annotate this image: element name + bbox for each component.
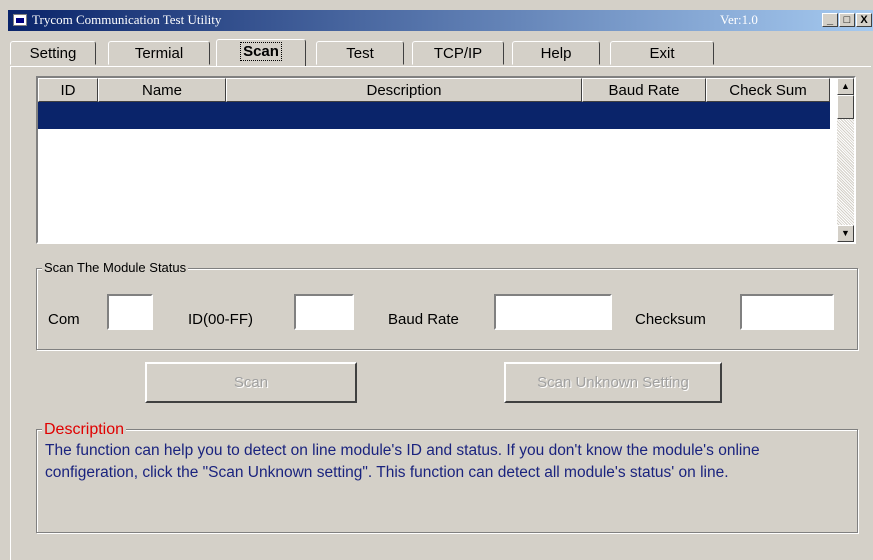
- arrow-up-icon: ▲: [841, 81, 850, 91]
- id-label: ID(00-FF): [188, 311, 253, 328]
- tab-label: Scan: [240, 42, 282, 61]
- tab-strip: Setting Termial Scan Test TCP/IP Help Ex…: [10, 39, 750, 66]
- scroll-up-button[interactable]: ▲: [837, 78, 854, 95]
- tab-label: Test: [346, 45, 374, 62]
- scan-button[interactable]: Scan: [145, 362, 357, 403]
- scan-status-legend: Scan The Module Status: [42, 260, 189, 275]
- com-field[interactable]: [107, 294, 153, 330]
- scan-status-group: Scan The Module Status Com ID(00-FF) Bau…: [36, 260, 858, 350]
- tab-help[interactable]: Help: [512, 41, 600, 65]
- description-group: Description The function can help you to…: [36, 421, 858, 533]
- arrow-down-icon: ▼: [841, 228, 850, 238]
- minimize-icon: _: [826, 14, 834, 26]
- baud-rate-label: Baud Rate: [388, 311, 459, 328]
- tab-label: Setting: [29, 45, 77, 62]
- description-legend: Description: [42, 421, 127, 439]
- grid-header: ID Name Description Baud Rate Check Sum: [38, 78, 838, 102]
- column-header-baud-rate[interactable]: Baud Rate: [582, 78, 706, 102]
- column-header-name[interactable]: Name: [98, 78, 226, 102]
- app-window: Trycom Communication Test Utility Ver:1.…: [8, 10, 873, 560]
- com-label: Com: [48, 311, 80, 328]
- version-label: Ver:1.0: [720, 12, 758, 27]
- close-icon: X: [860, 14, 868, 26]
- column-header-description[interactable]: Description: [226, 78, 582, 102]
- column-header-id[interactable]: ID: [38, 78, 98, 102]
- tab-tcpip[interactable]: TCP/IP: [412, 41, 504, 65]
- checksum-label: Checksum: [635, 311, 706, 328]
- scan-unknown-setting-button[interactable]: Scan Unknown Setting: [504, 362, 722, 403]
- description-text: The function can help you to detect on l…: [45, 442, 760, 481]
- window-title: Trycom Communication Test Utility: [32, 12, 222, 27]
- tab-setting[interactable]: Setting: [10, 41, 96, 65]
- tab-label: Help: [540, 45, 572, 62]
- maximize-icon: □: [843, 14, 851, 26]
- tab-label: TCP/IP: [433, 45, 483, 62]
- selected-row[interactable]: [38, 102, 830, 129]
- module-grid[interactable]: ID Name Description Baud Rate Check Sum …: [36, 76, 856, 244]
- title-bar[interactable]: Trycom Communication Test Utility Ver:1.…: [8, 10, 873, 31]
- tab-scan[interactable]: Scan: [216, 39, 306, 66]
- minimize-button[interactable]: _: [822, 13, 838, 27]
- tab-termial[interactable]: Termial: [108, 41, 210, 65]
- tab-label: Termial: [134, 45, 184, 62]
- baud-rate-field[interactable]: [494, 294, 612, 330]
- tab-exit[interactable]: Exit: [610, 41, 714, 65]
- column-header-check-sum[interactable]: Check Sum: [706, 78, 830, 102]
- scroll-down-button[interactable]: ▼: [837, 225, 854, 242]
- tab-test[interactable]: Test: [316, 41, 404, 65]
- app-icon[interactable]: [13, 14, 27, 26]
- checksum-field[interactable]: [740, 294, 834, 330]
- tab-label: Exit: [649, 45, 675, 62]
- id-field[interactable]: [294, 294, 354, 330]
- scroll-thumb[interactable]: [837, 95, 854, 119]
- vertical-scrollbar[interactable]: ▲ ▼: [837, 78, 854, 242]
- close-button[interactable]: X: [856, 13, 872, 27]
- maximize-button[interactable]: □: [839, 13, 855, 27]
